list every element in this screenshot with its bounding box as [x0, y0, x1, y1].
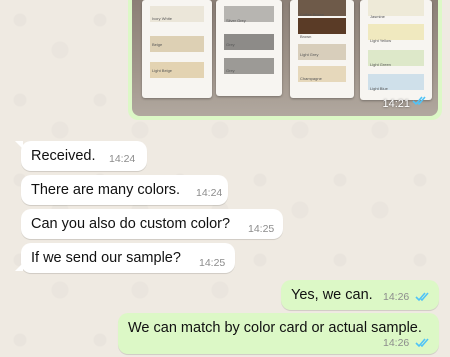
message-timestamp: 14:25 [248, 223, 275, 235]
double-check-blue-icon [415, 336, 431, 352]
swatch-label: Light Green [370, 62, 391, 67]
image-timestamp: 14:21 [382, 98, 410, 110]
incoming-message-bubble[interactable]: Received. 14:24 [15, 141, 147, 171]
color-card: Coffee Brown Brown Light Grey Champagne [290, 0, 354, 98]
message-text: We can match by color card or actual sam… [128, 320, 422, 336]
bubble-tail [15, 263, 23, 271]
swatch-label: Light Grey [300, 52, 319, 57]
swatch [298, 18, 346, 34]
color-cards-photo[interactable]: Ivory White Beige Light Beige Silver Gre… [132, 0, 438, 116]
message-timestamp: 14:26 [383, 337, 410, 349]
incoming-message-bubble[interactable]: There are many colors. 14:24 [21, 175, 228, 205]
double-check-blue-icon [415, 290, 431, 306]
swatch-label: Light Yellow [370, 38, 392, 43]
message-text: Received. [31, 148, 96, 164]
swatch-label: Grey [226, 68, 235, 73]
swatch-label: Champagne [300, 76, 322, 81]
image-message-bubble[interactable]: Ivory White Beige Light Beige Silver Gre… [128, 0, 442, 120]
color-card: Ivory White Beige Light Beige [142, 0, 212, 98]
message-timestamp: 14:24 [196, 187, 223, 199]
double-check-blue-icon [412, 93, 428, 111]
swatch-label: Grey [226, 42, 235, 47]
swatch-label: Silver Grey [226, 18, 246, 23]
swatch-label: Light Blue [370, 86, 388, 91]
swatch-label: Ivory White [152, 16, 173, 21]
bubble-tail [15, 141, 23, 149]
incoming-message-bubble[interactable]: If we send our sample? 14:25 [15, 243, 235, 273]
incoming-message-bubble[interactable]: Can you also do custom color? 14:25 [21, 209, 283, 239]
outgoing-message-bubble[interactable]: Yes, we can. 14:26 [281, 280, 439, 310]
message-timestamp: 14:26 [383, 291, 410, 303]
outgoing-message-bubble[interactable]: We can match by color card or actual sam… [118, 313, 439, 354]
message-text: Yes, we can. [291, 287, 373, 303]
color-card: Jasmine Light Yellow Light Green Light B… [360, 0, 432, 100]
swatch-label: Brown [300, 34, 312, 39]
message-text: There are many colors. [31, 182, 181, 198]
message-timestamp: 14:24 [109, 153, 136, 165]
swatch-label: Beige [152, 42, 163, 47]
swatch-label: Light Beige [152, 68, 173, 73]
message-text: Can you also do custom color? [31, 216, 231, 232]
message-text: If we send our sample? [31, 250, 181, 266]
swatch-label: Coffee Brown [300, 12, 325, 17]
message-timestamp: 14:25 [199, 257, 226, 269]
swatch-label: Jasmine [370, 14, 385, 19]
color-card: Silver Grey Grey Grey [216, 0, 282, 96]
